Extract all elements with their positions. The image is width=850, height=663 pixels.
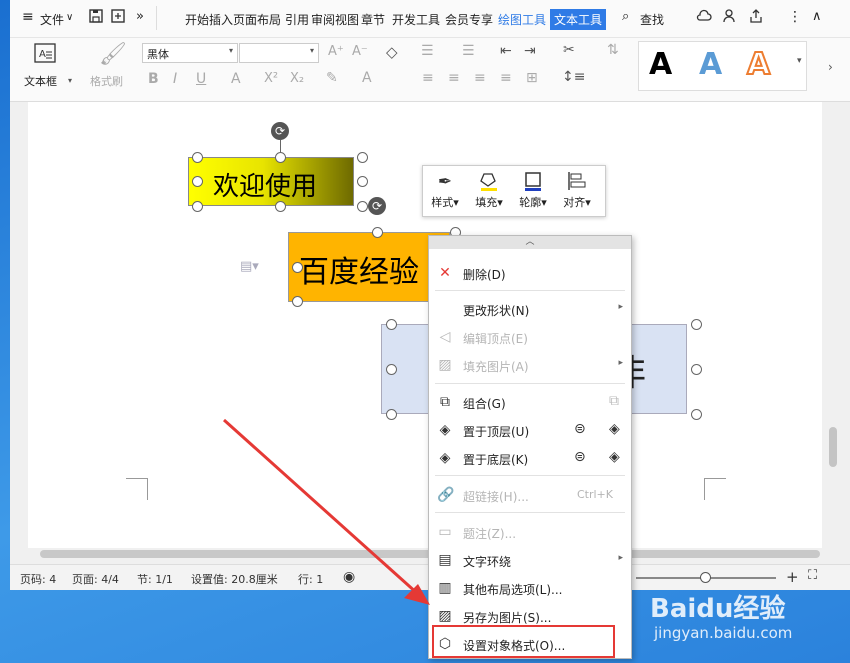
- watermark-url: jingyan.baidu.com: [654, 624, 793, 642]
- annotation-arrow: [222, 418, 430, 605]
- baidu-watermark: Baidu经验 jingyan.baidu.com: [648, 588, 848, 658]
- watermark-brand: Baidu经验: [650, 594, 786, 624]
